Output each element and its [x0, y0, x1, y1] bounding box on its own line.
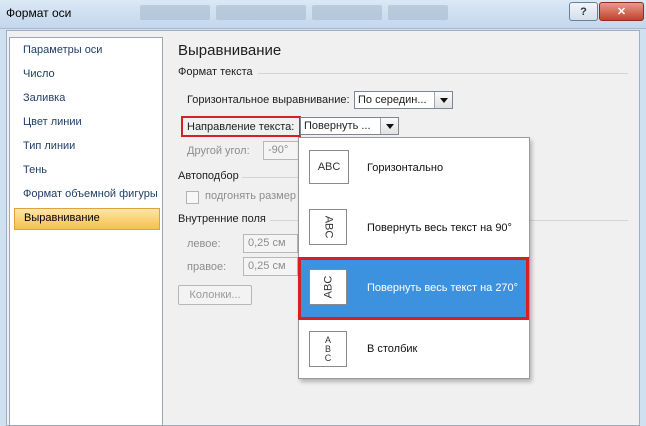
autofit-checkbox[interactable] [186, 191, 199, 204]
close-button[interactable]: ✕ [599, 2, 644, 21]
option-horizontal[interactable]: ABC Горизонтально [299, 138, 529, 198]
section-margins: Внутренние поля [178, 213, 266, 225]
abc-stacked-icon: A B C [309, 331, 347, 367]
category-sidebar: Параметры оси Число Заливка Цвет линии Т… [9, 37, 163, 426]
background-taskbar [140, 5, 500, 22]
margin-left-label: левое: [187, 238, 221, 250]
margin-right-input[interactable]: 0,25 см [243, 257, 298, 276]
divider [242, 177, 298, 178]
chevron-down-icon[interactable] [380, 118, 398, 134]
divider [530, 220, 628, 221]
sidebar-item-line-style[interactable]: Тип линии [14, 136, 160, 156]
selected-option-highlight [298, 257, 529, 320]
sidebar-item-shadow[interactable]: Тень [14, 160, 160, 180]
sidebar-item-axis-params[interactable]: Параметры оси [14, 40, 160, 60]
margin-right-label: правое: [187, 261, 227, 273]
sidebar-item-alignment[interactable]: Выравнивание [14, 208, 160, 230]
title-bar: Формат оси ? ✕ [0, 0, 646, 29]
divider [270, 220, 298, 221]
close-icon: ✕ [616, 6, 627, 18]
autofit-checkbox-label: подгонять размер [205, 190, 296, 202]
margin-left-input[interactable]: 0,25 см [243, 234, 298, 253]
option-rotate-90[interactable]: ABC Повернуть весь текст на 90° [299, 198, 529, 258]
abc-horizontal-icon: ABC [309, 150, 349, 184]
sidebar-item-line-color[interactable]: Цвет линии [14, 112, 160, 132]
chevron-down-icon[interactable] [434, 92, 452, 108]
text-direction-label-highlight [181, 116, 301, 137]
help-button[interactable]: ? [569, 2, 598, 21]
sidebar-item-fill[interactable]: Заливка [14, 88, 160, 108]
horizontal-alignment-select[interactable]: По середин... [354, 91, 453, 109]
option-stacked[interactable]: A B C В столбик [299, 319, 529, 379]
text-direction-select[interactable]: Повернуть ... [300, 117, 399, 135]
other-angle-label: Другой угол: [187, 145, 250, 157]
abc-rotate-90-icon: ABC [309, 209, 347, 245]
divider [258, 73, 628, 74]
panel-title: Выравнивание [178, 42, 282, 59]
section-text-format: Формат текста [178, 66, 253, 78]
horizontal-alignment-label: Горизонтальное выравнивание: [187, 94, 350, 106]
sidebar-item-number[interactable]: Число [14, 64, 160, 84]
sidebar-item-3d-format[interactable]: Формат объемной фигуры [14, 184, 160, 204]
section-autofit: Автоподбор [178, 170, 239, 182]
other-angle-input[interactable]: -90° [263, 141, 299, 160]
columns-button[interactable]: Колонки... [178, 285, 252, 305]
window-title: Формат оси [6, 6, 72, 20]
